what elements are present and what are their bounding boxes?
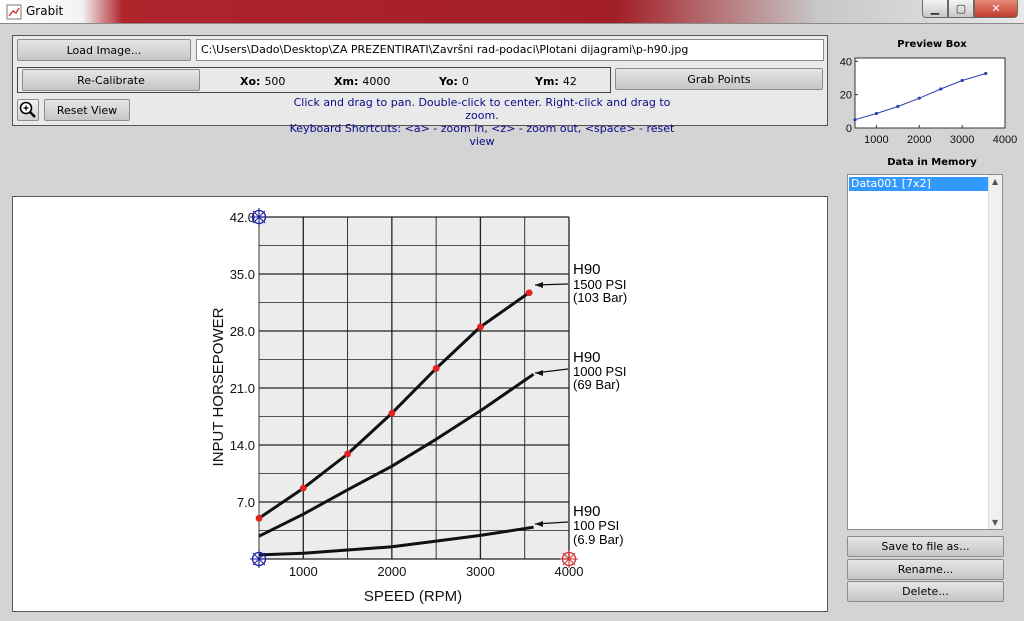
grab-points-button[interactable]: Grab Points [615, 68, 823, 90]
curve-label-2: H90 1000 PSI (69 Bar) [573, 349, 627, 392]
xo-value: 500 [264, 75, 286, 88]
xo-field: Xo: 500 [240, 75, 285, 88]
image-canvas[interactable]: 42.0 35.0 28.0 21.0 14.0 7.0 1000 2000 3000 4000… [12, 196, 828, 612]
grabbed-point [344, 450, 351, 458]
zoom-in-icon [19, 101, 36, 118]
preview-chart: 40 20 0 1000 2000 3000 4000 [840, 56, 1017, 146]
preview-y-tick-label: 0 [846, 123, 852, 135]
zoom-button[interactable] [17, 99, 39, 121]
window-controls: ▁ ▢ ✕ [922, 0, 1018, 18]
preview-point [853, 118, 857, 122]
image-path-field[interactable]: C:\Users\Dado\Desktop\ZA PREZENTIRATI\Za… [196, 39, 824, 61]
reset-view-button[interactable]: Reset View [44, 99, 130, 121]
calibration-box: Re-Calibrate Xo: 500 Xm: 4000 Yo: 0 Ym: 42 [17, 67, 611, 93]
preview-box-title: Preview Box [897, 39, 967, 50]
hint-line-2: Keyboard Shortcuts: <a> - zoom in, <z> -… [289, 122, 675, 148]
scroll-down-icon[interactable]: ▼ [992, 518, 998, 527]
scroll-up-icon[interactable]: ▲ [992, 177, 998, 186]
title-bar: Grabit ▁ ▢ ✕ [0, 0, 1024, 24]
grabbed-point [432, 365, 440, 372]
list-scrollbar[interactable]: ▲ ▼ [988, 175, 1002, 529]
preview-y-tick-label: 40 [840, 56, 852, 68]
yo-field: Yo: 0 [439, 75, 469, 88]
loaded-chart-image[interactable]: 42.035.028.021.014.07.0 1000 2000 3000 4000… [13, 197, 827, 611]
chart-y-axis-label: INPUT HORSEPOWER [210, 307, 227, 466]
curve-label-3-bar: (6.9 Bar) [573, 532, 624, 547]
grabbed-point [388, 409, 396, 417]
preview-x-tick-label: 2000 [907, 134, 931, 146]
save-to-file-button[interactable]: Save to file as... [847, 536, 1004, 557]
curve-label-3: H90 100 PSI (6.9 Bar) [573, 503, 624, 547]
recalibrate-button[interactable]: Re-Calibrate [22, 69, 200, 91]
y-tick-label: 14.0 [230, 438, 255, 453]
xm-label: Xm: [334, 75, 359, 88]
preview-point [896, 104, 900, 109]
yo-value: 0 [461, 75, 469, 88]
chart-x-axis-label: SPEED (RPM) [364, 588, 462, 605]
xo-label: Xo: [240, 75, 261, 88]
xm-field: Xm: 4000 [334, 75, 390, 88]
grabbed-point [525, 289, 533, 297]
y-tick-label: 21.0 [230, 381, 255, 396]
minimize-icon: ▁ [930, 2, 940, 15]
curve-label-1-bar: (103 Bar) [573, 290, 627, 305]
preview-x-tick-label: 4000 [993, 134, 1017, 146]
preview-point [984, 71, 988, 76]
x-tick-label: 2000 [377, 564, 406, 579]
preview-point [874, 111, 879, 116]
hint-line-1: Click and drag to pan. Double-click to c… [293, 96, 671, 122]
curve-label-2-bar: (69 Bar) [573, 377, 620, 392]
ym-field: Ym: 42 [535, 75, 577, 88]
rename-button[interactable]: Rename... [847, 559, 1004, 580]
data-in-memory-title: Data in Memory [887, 157, 977, 168]
preview-x-tick-label: 1000 [864, 134, 888, 146]
preview-point [939, 87, 943, 91]
maximize-button[interactable]: ▢ [948, 0, 974, 18]
ym-label: Ym: [535, 75, 559, 88]
close-button[interactable]: ✕ [974, 0, 1018, 18]
y-tick-label: 28.0 [230, 324, 255, 339]
ym-value: 42 [562, 75, 577, 88]
minimize-button[interactable]: ▁ [922, 0, 948, 18]
grabbed-point [299, 484, 307, 492]
grabit-app-icon [6, 4, 22, 20]
control-panel: Load Image... C:\Users\Dado\Desktop\ZA P… [12, 35, 828, 148]
xm-value: 4000 [362, 75, 391, 88]
preview-x-tick-label: 3000 [950, 134, 974, 146]
hint-text: Click and drag to pan. Double-click to c… [277, 96, 687, 148]
window-title: Grabit [26, 4, 64, 18]
data-memory-list[interactable]: Data001 [7x2] ▲ ▼ [847, 174, 1003, 530]
x-tick-label: 3000 [466, 564, 495, 579]
y-tick-label: 35.0 [230, 267, 255, 282]
grabbed-point [477, 323, 484, 331]
close-icon: ✕ [991, 2, 1001, 15]
delete-button[interactable]: Delete... [847, 581, 1004, 602]
curve-label-1: H90 1500 PSI (103 Bar) [573, 261, 627, 305]
x-tick-label: 1000 [289, 564, 318, 579]
x-tick-labels: 1000 2000 3000 4000 [289, 564, 584, 579]
y-tick-label: 7.0 [237, 495, 255, 510]
preview-y-tick-label: 20 [840, 90, 852, 102]
y-tick-labels: 42.035.028.021.014.07.0 [230, 210, 255, 510]
grabbed-point [255, 514, 263, 522]
load-image-button[interactable]: Load Image... [17, 39, 191, 61]
curve-label-1-name: H90 [573, 261, 601, 278]
maximize-icon: ▢ [955, 2, 967, 15]
preview-point [960, 78, 964, 83]
curve-label-3-psi: 100 PSI [573, 518, 619, 533]
preview-point [917, 96, 921, 100]
yo-label: Yo: [439, 75, 458, 88]
list-item[interactable]: Data001 [7x2] [849, 177, 989, 191]
preview-plot-area [854, 57, 1006, 129]
